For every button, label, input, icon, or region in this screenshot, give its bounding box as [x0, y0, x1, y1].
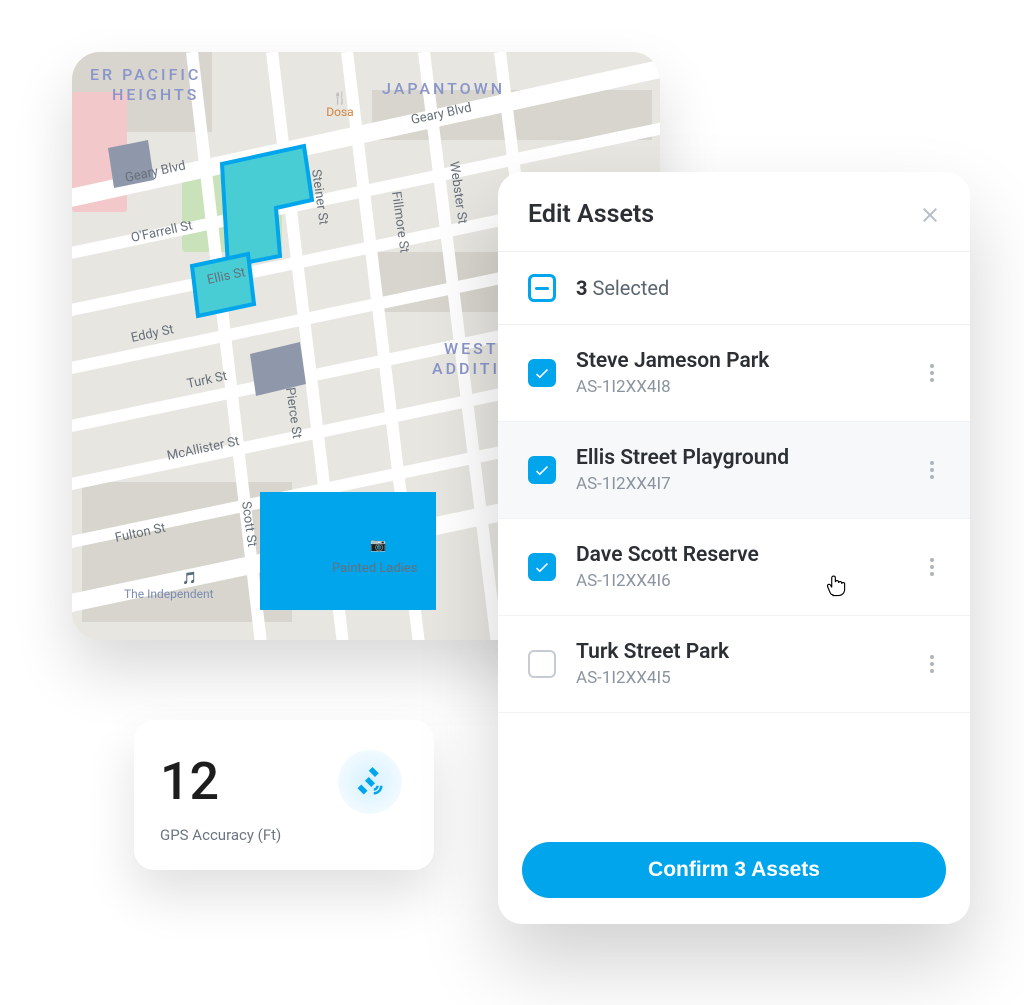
asset-checkbox[interactable] [528, 553, 556, 581]
svg-text:🍴: 🍴 [333, 91, 348, 105]
asset-id: AS-1I2XX4I7 [576, 474, 900, 494]
svg-text:🎵: 🎵 [182, 571, 197, 585]
asset-more-button[interactable] [920, 652, 944, 676]
asset-more-button[interactable] [920, 555, 944, 579]
asset-id: AS-1I2XX4I8 [576, 377, 900, 397]
asset-checkbox[interactable] [528, 456, 556, 484]
asset-more-button[interactable] [920, 361, 944, 385]
poi-painted-ladies: Painted Ladies [332, 561, 418, 576]
asset-checkbox[interactable] [528, 359, 556, 387]
asset-row[interactable]: Turk Street Park AS-1I2XX4I5 [498, 616, 970, 713]
map-label-westadd-2: ADDITI [432, 359, 500, 378]
map-label-pacific-1: ER PACIFIC [90, 65, 201, 84]
gps-accuracy-label: GPS Accuracy (Ft) [160, 826, 408, 844]
gps-accuracy-value: 12 [160, 756, 219, 808]
asset-id: AS-1I2XX4I6 [576, 571, 900, 591]
asset-name: Turk Street Park [576, 640, 900, 664]
svg-text:📷: 📷 [370, 538, 386, 553]
poi-independent: The Independent [124, 587, 214, 601]
map-label-japantown: JAPANTOWN [382, 79, 505, 98]
poi-dosa: Dosa [326, 105, 353, 119]
confirm-button[interactable]: Confirm 3 Assets [522, 842, 946, 898]
more-vertical-icon [920, 458, 944, 482]
asset-checkbox[interactable] [528, 650, 556, 678]
close-icon [918, 203, 942, 227]
check-icon [533, 558, 551, 576]
more-vertical-icon [920, 555, 944, 579]
asset-row[interactable]: Steve Jameson Park AS-1I2XX4I8 [498, 325, 970, 422]
check-icon [533, 461, 551, 479]
satellite-icon [338, 750, 402, 814]
asset-row[interactable]: Ellis Street Playground AS-1I2XX4I7 [498, 422, 970, 519]
asset-row[interactable]: Dave Scott Reserve AS-1I2XX4I6 [498, 519, 970, 616]
panel-title: Edit Assets [528, 200, 654, 229]
selection-summary-text: 3 Selected [576, 276, 669, 300]
asset-name: Ellis Street Playground [576, 446, 900, 470]
map-label-westadd-1: WEST [444, 339, 499, 358]
asset-id: AS-1I2XX4I5 [576, 668, 900, 688]
minus-icon [535, 287, 549, 290]
map-label-pacific-2: HEIGHTS [112, 85, 199, 104]
more-vertical-icon [920, 361, 944, 385]
select-all-checkbox[interactable] [528, 274, 556, 302]
asset-list[interactable]: Steve Jameson Park AS-1I2XX4I8 Ellis Str… [498, 325, 970, 822]
close-button[interactable] [918, 203, 942, 227]
asset-name: Steve Jameson Park [576, 349, 900, 373]
asset-name: Dave Scott Reserve [576, 543, 900, 567]
gps-accuracy-card: 12 GPS Accuracy (Ft) [134, 720, 434, 870]
asset-more-button[interactable] [920, 458, 944, 482]
edit-assets-panel: Edit Assets 3 Selected Steve Jameson Par… [498, 172, 970, 924]
check-icon [533, 364, 551, 382]
selection-summary-row: 3 Selected [498, 252, 970, 325]
more-vertical-icon [920, 652, 944, 676]
